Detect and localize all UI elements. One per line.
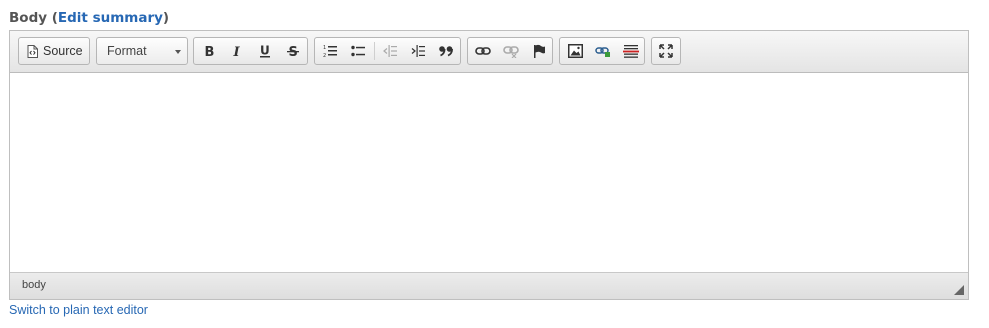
source-icon [27,44,38,58]
svg-text:1: 1 [323,45,326,51]
indent-button[interactable] [404,38,432,64]
paragraph-group: 1 2 [314,37,461,65]
underline-icon: U [260,44,270,58]
field-label: Body (Edit summary) [9,9,169,27]
source-button[interactable]: Source [19,38,89,64]
editor-statusbar: body [10,272,968,299]
basic-styles-group: B I U S [193,37,308,65]
bulleted-list-button[interactable] [344,38,372,64]
tools-group [651,37,681,65]
svg-text:2: 2 [323,53,326,58]
svg-text:I: I [233,45,241,58]
bold-button[interactable]: B [195,38,223,64]
underline-button[interactable]: U [251,38,279,64]
italic-icon: I [233,45,241,58]
unlink-button[interactable] [497,38,525,64]
media-link-button[interactable] [589,38,617,64]
unlink-icon [503,46,519,58]
maximize-icon [659,44,673,58]
strikethrough-icon: S [287,45,299,58]
outdent-icon [383,45,397,57]
links-group [467,37,553,65]
anchor-flag-icon [534,44,545,58]
image-button[interactable] [561,38,589,64]
format-dropdown[interactable]: Format [96,37,188,65]
blockquote-button[interactable] [432,38,460,64]
element-path-body[interactable]: body [22,279,46,291]
insert-group [559,37,645,65]
bulleted-list-icon [351,45,365,57]
link-button[interactable] [469,38,497,64]
outdent-button[interactable] [376,38,404,64]
numbered-list-button[interactable]: 1 2 [316,38,344,64]
source-label: Source [43,44,83,58]
maximize-button[interactable] [652,38,680,64]
editor-toolbar: Source Format B I U S 1 2 [10,31,968,73]
anchor-button[interactable] [525,38,553,64]
svg-text:B: B [205,45,215,58]
svg-text:U: U [260,44,270,58]
format-label: Format [107,44,147,58]
media-link-icon [595,47,610,57]
chevron-down-icon [175,50,181,54]
strikethrough-button[interactable]: S [279,38,307,64]
bold-icon: B [205,45,215,58]
switch-to-plain-text-link[interactable]: Switch to plain text editor [9,303,148,317]
resize-handle-icon[interactable] [954,285,964,295]
horizontal-rule-icon [623,45,639,58]
field-label-text: Body [9,10,48,26]
link-icon [475,47,491,55]
editor-content-area[interactable] [10,73,968,272]
rich-text-editor: Source Format B I U S 1 2 body [9,30,969,300]
numbered-list-icon: 1 2 [323,45,337,58]
toolbar-separator [374,42,375,60]
image-icon [567,44,583,58]
horizontal-rule-button[interactable] [617,38,645,64]
field-label-paren-close: ) [162,10,170,26]
field-label-paren-open: ( [47,10,58,26]
source-group: Source [18,37,90,65]
italic-button[interactable]: I [223,38,251,64]
edit-summary-link[interactable]: Edit summary [58,10,163,26]
blockquote-icon [439,46,453,57]
indent-icon [411,45,425,57]
